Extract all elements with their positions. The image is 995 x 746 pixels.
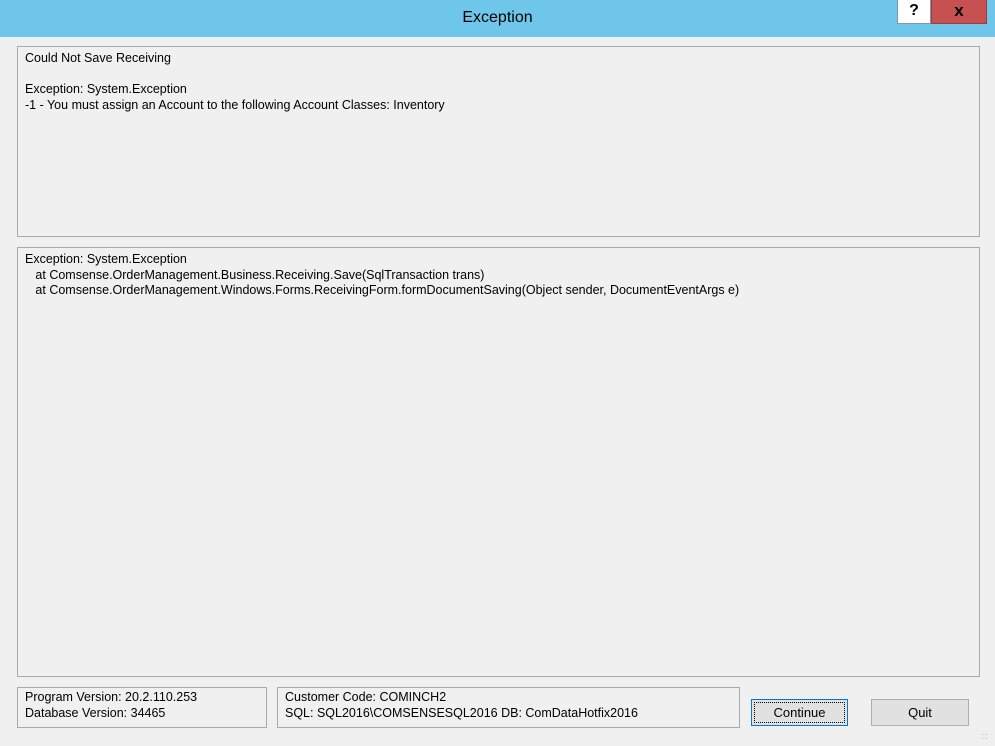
close-icon: x: [954, 1, 964, 20]
close-button[interactable]: x: [931, 0, 987, 24]
connection-info-box: Customer Code: COMINCH2 SQL: SQL2016\COMS…: [277, 687, 740, 728]
exception-dialog: Exception ? x Could Not Save Receiving E…: [0, 0, 995, 746]
stack-trace-box[interactable]: Exception: System.Exception at Comsense.…: [17, 247, 980, 677]
window-title: Exception: [462, 9, 533, 26]
customer-code: Customer Code: COMINCH2: [285, 690, 447, 704]
continue-button[interactable]: Continue: [751, 699, 848, 726]
continue-button-label: Continue: [754, 702, 845, 723]
help-button[interactable]: ?: [897, 0, 931, 24]
quit-button[interactable]: Quit: [871, 699, 969, 726]
program-version: Program Version: 20.2.110.253: [25, 690, 198, 704]
sql-connection: SQL: SQL2016\COMSENSESQL2016 DB: ComData…: [285, 705, 638, 720]
help-icon: ?: [909, 2, 919, 19]
exception-message-box[interactable]: Could Not Save Receiving Exception: Syst…: [17, 46, 980, 237]
resize-grip-icon[interactable]: · · · ·: [981, 730, 993, 744]
title-bar[interactable]: Exception ? x: [0, 0, 995, 37]
version-info-box: Program Version: 20.2.110.253 Database Ve…: [17, 687, 267, 728]
database-version: Database Version: 34465: [25, 705, 166, 720]
